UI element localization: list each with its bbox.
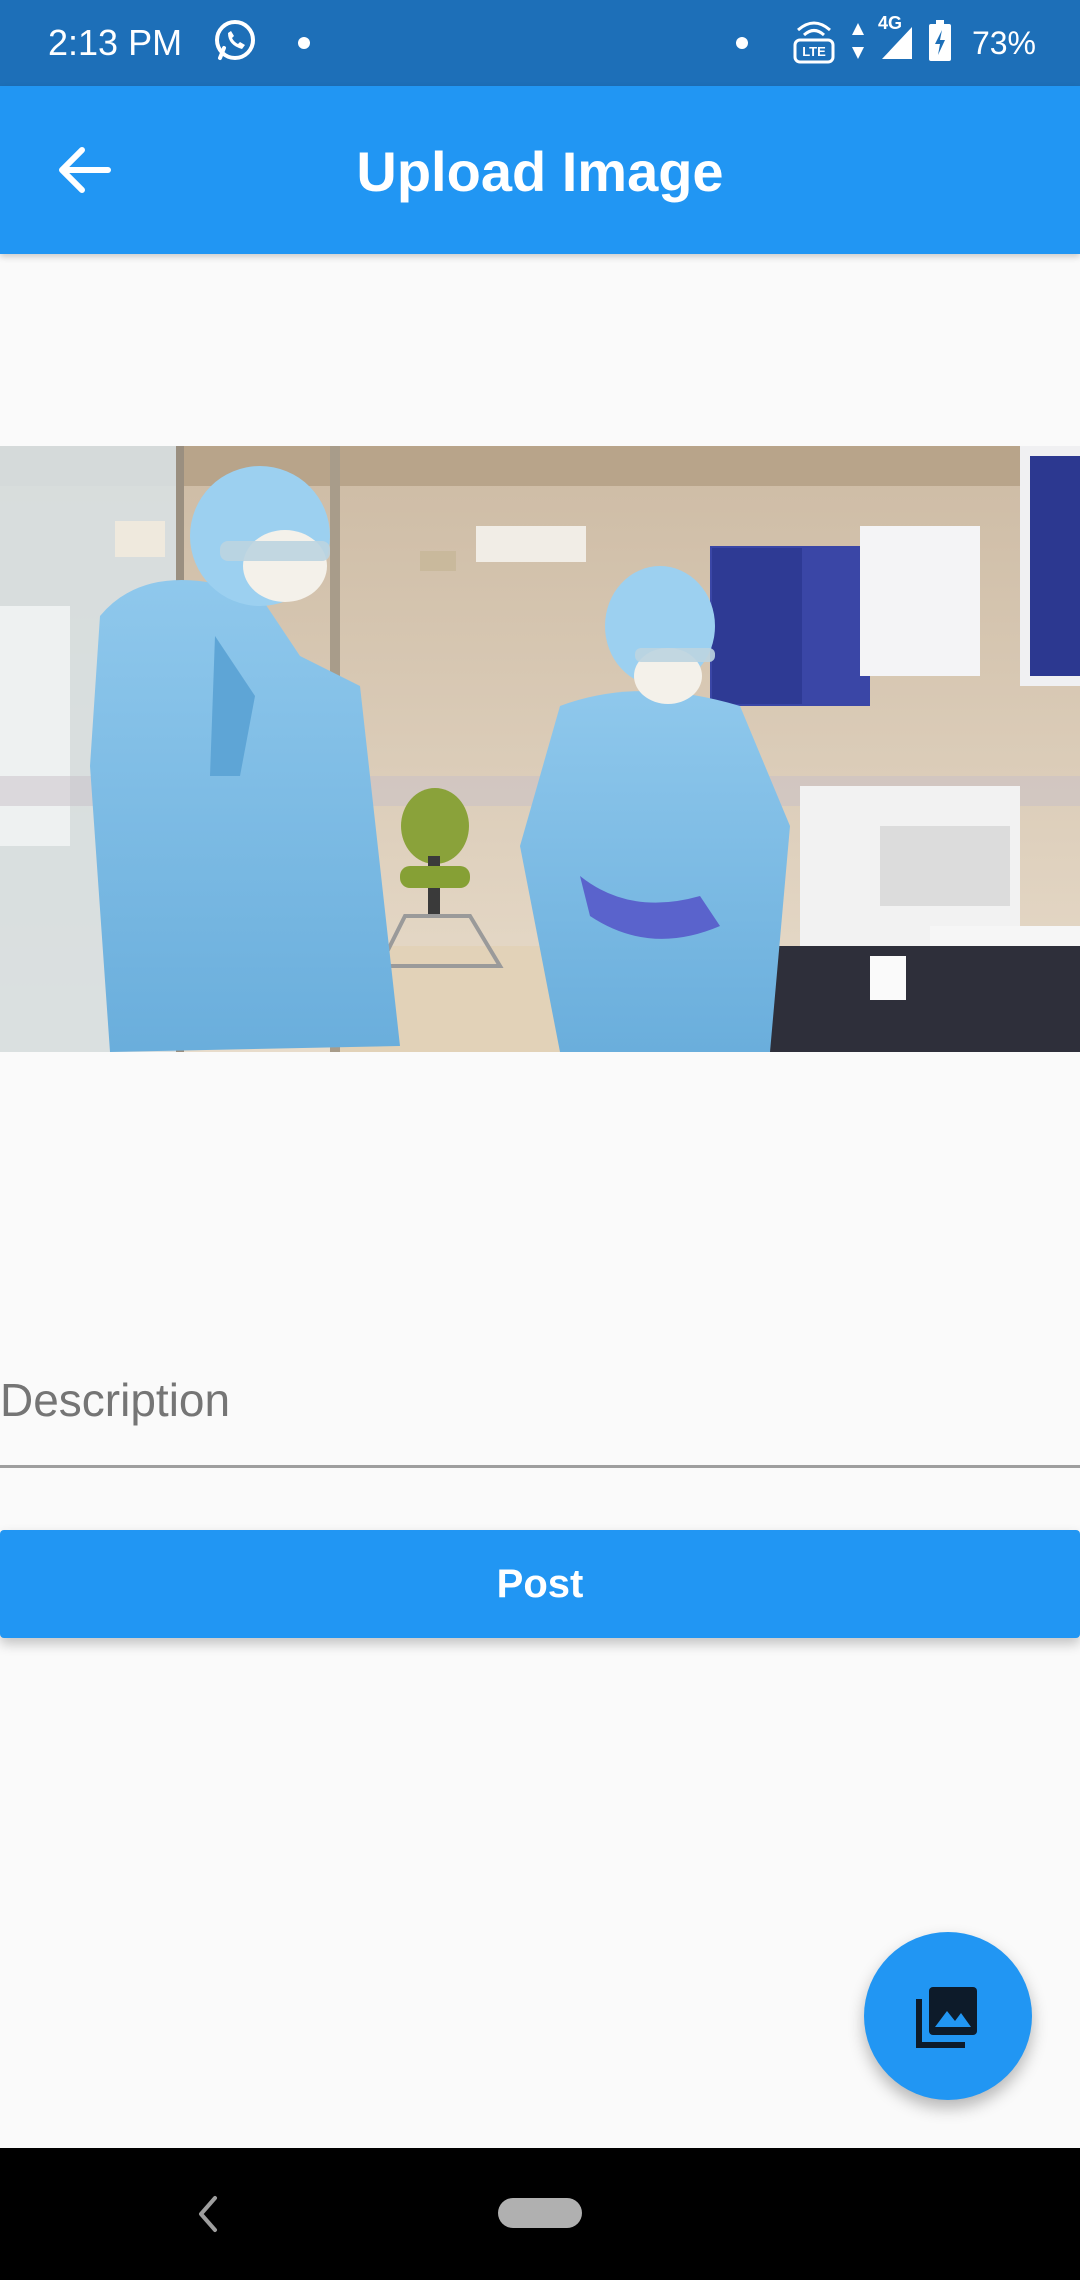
app-bar: Upload Image: [0, 86, 1080, 254]
navigation-bar: [0, 2148, 1080, 2280]
notification-dot: [735, 37, 748, 49]
image-preview: [0, 446, 1080, 1052]
signal-icon: 4G: [878, 13, 914, 66]
status-time: 2:13 PM: [48, 22, 183, 63]
page-title: Upload Image: [356, 140, 724, 203]
description-field[interactable]: [0, 1330, 1080, 1468]
whatsapp-icon: [212, 18, 258, 69]
post-button[interactable]: Post: [0, 1530, 1080, 1638]
svg-text:LTE: LTE: [802, 44, 826, 59]
notification-dot: [298, 37, 310, 49]
status-bar: 2:13 PM LTE 4G 73%: [0, 0, 1080, 86]
photo-library-icon: [916, 1987, 977, 2048]
lab-photo: [0, 446, 1080, 1052]
network-type: 4G: [877, 12, 902, 33]
volte-icon: LTE: [792, 18, 836, 69]
nav-back-button[interactable]: [188, 2188, 228, 2240]
battery-percent: 73%: [971, 24, 1036, 61]
chevron-left-icon: [199, 2196, 217, 2232]
battery-icon: [928, 19, 952, 67]
description-input[interactable]: [0, 1350, 1080, 1450]
home-handle[interactable]: [498, 2198, 582, 2228]
pick-image-button[interactable]: [864, 1932, 1032, 2100]
data-arrows-icon: [850, 21, 866, 66]
